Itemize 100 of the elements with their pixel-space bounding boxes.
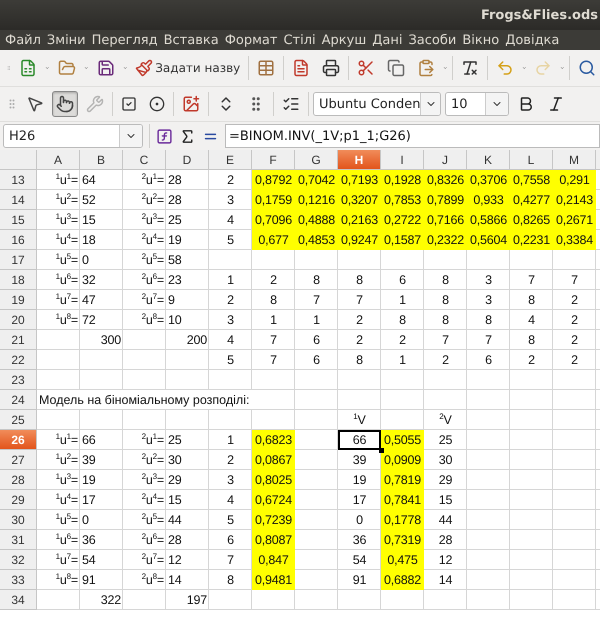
table-cell-text: 29: [438, 472, 454, 489]
document-icon: [292, 59, 310, 77]
row-header[interactable]: 34: [0, 590, 37, 610]
highlighted-cell: 0,9247: [338, 230, 381, 250]
table-cell-text: 2: [527, 352, 536, 369]
column-header[interactable]: J: [424, 150, 467, 170]
table-cell-text: $^{1}$u$^{4}$=: [54, 491, 79, 509]
row-header[interactable]: 30: [0, 510, 37, 530]
table-cell-text: $^{2}$u$^{5}$=: [140, 511, 165, 529]
table-cell-text: $^{1}$u$^{5}$=: [54, 511, 79, 529]
column-header[interactable]: C: [123, 150, 166, 170]
push-button-tool[interactable]: [52, 91, 78, 117]
row-header[interactable]: 21: [0, 330, 37, 350]
menu-item[interactable]: Стілі: [282, 32, 321, 48]
table-cell-text: 30: [167, 452, 183, 469]
row-header[interactable]: 33: [0, 570, 37, 590]
row-header[interactable]: 32: [0, 550, 37, 570]
set-name-button[interactable]: Задати назву: [131, 55, 244, 81]
row-header[interactable]: 27: [0, 450, 37, 470]
image-icon: [182, 95, 200, 113]
table-cell-text: $^{1}$u$^{8}$=: [54, 571, 79, 589]
column-header[interactable]: M: [553, 150, 596, 170]
fill-handle[interactable]: [379, 448, 384, 453]
highlighted-cell: 0,847: [252, 550, 295, 570]
name-box[interactable]: H26: [3, 124, 143, 148]
row-header[interactable]: 18: [0, 270, 37, 290]
table-cell-text: $^{1}$u$^{3}$=: [54, 211, 79, 229]
column-header[interactable]: E: [209, 150, 252, 170]
highlighted-cell: 0,7042: [295, 170, 338, 190]
table-cell-text: $^{2}$u$^{4}$=: [140, 491, 165, 509]
font-size-dropdown[interactable]: 10: [445, 92, 509, 116]
highlighted-cell: 0,2322: [424, 230, 467, 250]
row-header[interactable]: 24: [0, 390, 37, 410]
row-header[interactable]: 25: [0, 410, 37, 430]
table-cell-text: $^{1}$u$^{6}$=: [54, 271, 79, 289]
table-cell-text: 3: [226, 472, 235, 489]
highlighted-cell: 0,2722: [381, 210, 424, 230]
row-header[interactable]: 23: [0, 370, 37, 390]
menu-item[interactable]: Формат: [224, 32, 282, 48]
table-cell-text: 19: [81, 472, 97, 489]
table-cell-text: $^{2}$u$^{5}$=: [140, 251, 165, 269]
menu-item[interactable]: Дані: [371, 32, 408, 48]
column-header[interactable]: K: [467, 150, 510, 170]
table-cell-text: $^{2}$u$^{7}$=: [140, 551, 165, 569]
column-header[interactable]: F: [252, 150, 295, 170]
table-cell-text: 54: [81, 552, 97, 569]
row-header[interactable]: 16: [0, 230, 37, 250]
menu-item[interactable]: Довідка: [504, 32, 564, 48]
highlighted-cell: 0,5055: [381, 430, 424, 450]
menu-item[interactable]: Засоби: [407, 32, 462, 48]
highlighted-cell: 0,1216: [295, 190, 338, 210]
table-cell-text: 9: [167, 292, 176, 309]
column-header[interactable]: I: [381, 150, 424, 170]
row-header[interactable]: 28: [0, 470, 37, 490]
table-cell-text: 14: [167, 572, 183, 589]
column-header[interactable]: B: [80, 150, 123, 170]
table-cell-text: 25: [438, 432, 454, 449]
row-header[interactable]: 19: [0, 290, 37, 310]
menu-item[interactable]: Файл: [4, 32, 46, 48]
table-cell-text: 300: [100, 332, 122, 349]
highlighted-cell: 0,677: [252, 230, 295, 250]
table-cell-text: 4: [226, 332, 235, 349]
highlighted-cell: 0,3706: [467, 170, 510, 190]
copy-icon: [387, 59, 406, 77]
column-header[interactable]: D: [166, 150, 209, 170]
table-cell-text: 91: [352, 572, 368, 589]
table-cell-text: $^{1}$u$^{7}$=: [54, 551, 79, 569]
row-header[interactable]: 22: [0, 350, 37, 370]
row-header[interactable]: 14: [0, 190, 37, 210]
table-cell-text: $^{2}$u$^{2}$=: [140, 451, 165, 469]
highlighted-cell: 0,6882: [381, 570, 424, 590]
table-cell-text: 322: [100, 592, 122, 609]
column-header[interactable]: L: [510, 150, 553, 170]
highlighted-cell: 0,7193: [338, 170, 381, 190]
table-cell-text: 3: [484, 292, 493, 309]
menu-item[interactable]: Вікно: [461, 32, 504, 48]
highlighted-cell: 0,933: [467, 190, 510, 210]
table-cell-text: $^{1}$u$^{1}$=: [54, 431, 79, 449]
highlighted-cell: 0,4853: [295, 230, 338, 250]
function-wizard-icon[interactable]: [156, 128, 173, 144]
column-header[interactable]: G: [295, 150, 338, 170]
table-cell-text: 5: [226, 232, 235, 249]
menu-item[interactable]: Зміни: [46, 32, 91, 48]
row-header[interactable]: 31: [0, 530, 37, 550]
font-name-dropdown[interactable]: Ubuntu Conden: [313, 92, 441, 116]
menu-item[interactable]: Аркуш: [320, 32, 372, 48]
menu-item[interactable]: Вставка: [162, 32, 224, 48]
row-header[interactable]: 17: [0, 250, 37, 270]
table-cell-text: 28: [167, 192, 183, 209]
highlighted-cell: 0,9481: [252, 570, 295, 590]
table-cell-text: $^{1}$u$^{6}$=: [54, 531, 79, 549]
column-header[interactable]: A: [37, 150, 80, 170]
row-header[interactable]: 15: [0, 210, 37, 230]
row-header[interactable]: 29: [0, 490, 37, 510]
table-cell-text: 6: [484, 352, 493, 369]
formula-input[interactable]: =BINOM.INV(_1V;p1_1;G26): [225, 124, 600, 148]
row-header[interactable]: 13: [0, 170, 37, 190]
table-cell-text: 7: [312, 292, 321, 309]
menu-item[interactable]: Перегляд: [90, 32, 163, 48]
row-header[interactable]: 20: [0, 310, 37, 330]
